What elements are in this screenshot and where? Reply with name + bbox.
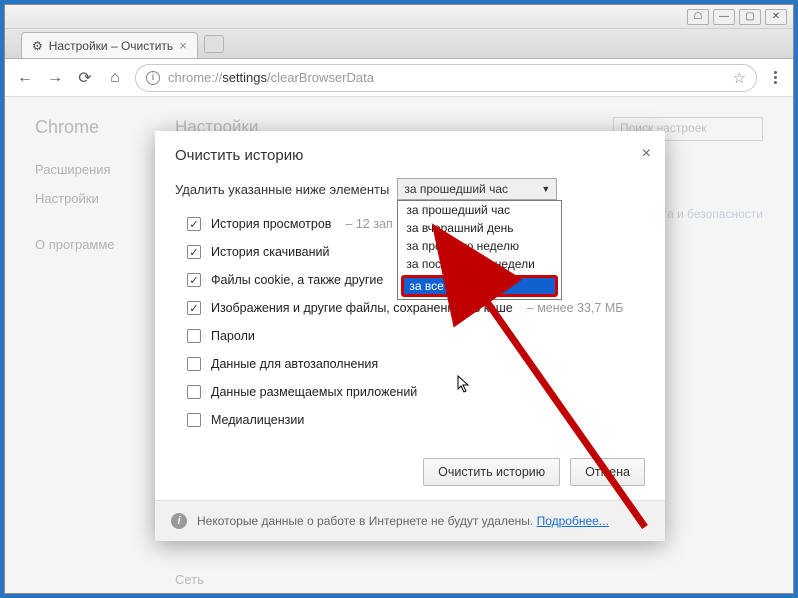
bookmark-star-icon[interactable]: ☆ — [733, 69, 746, 87]
back-button[interactable]: ← — [15, 68, 35, 88]
learn-more-link[interactable]: Подробнее... — [537, 514, 609, 528]
window-titlebar: ☖ — ▢ ✕ — [5, 5, 793, 29]
checkbox-label: Изображения и другие файлы, сохраненные … — [211, 301, 513, 315]
maximize-button[interactable]: ▢ — [739, 9, 761, 25]
checkbox-label: Медиалицензии — [211, 413, 304, 427]
new-tab-button[interactable] — [204, 35, 224, 53]
select-value: за прошедший час — [404, 182, 508, 196]
checkbox-label: Файлы cookie, а также другие — [211, 273, 383, 287]
checkbox[interactable] — [187, 385, 201, 399]
home-button[interactable]: ⌂ — [105, 68, 125, 88]
dropdown-option[interactable]: за прошлую неделю — [398, 237, 561, 255]
checkbox[interactable] — [187, 245, 201, 259]
dropdown-option[interactable]: за последние 4 недели — [398, 255, 561, 273]
address-bar[interactable]: i chrome://settings/clearBrowserData ☆ — [135, 64, 757, 92]
info-icon: i — [171, 513, 187, 529]
checkbox-label: Пароли — [211, 329, 255, 343]
checkbox[interactable] — [187, 329, 201, 343]
checkbox[interactable] — [187, 301, 201, 315]
tab-title: Настройки – Очистить — [49, 39, 173, 53]
dropdown-option[interactable]: за вчерашний день — [398, 219, 561, 237]
dialog-title: Очистить историю — [175, 147, 303, 164]
clear-history-button[interactable]: Очистить историю — [423, 458, 560, 486]
tab-close-icon[interactable]: × — [179, 38, 187, 53]
checkbox[interactable] — [187, 413, 201, 427]
checkbox[interactable] — [187, 357, 201, 371]
checkbox-sublabel: – менее 33,7 МБ — [527, 301, 624, 315]
close-window-button[interactable]: ✕ — [765, 9, 787, 25]
checkbox-label: История скачиваний — [211, 245, 329, 259]
dialog-close-button[interactable]: × — [642, 145, 651, 163]
checkbox-label: Данные размещаемых приложений — [211, 385, 417, 399]
browser-tab[interactable]: ⚙ Настройки – Очистить × — [21, 32, 198, 58]
checkbox-label: Данные для автозаполнения — [211, 357, 378, 371]
time-range-select[interactable]: за прошедший час ▼ за прошедший час за в… — [397, 178, 557, 200]
user-button[interactable]: ☖ — [687, 9, 709, 25]
cancel-button[interactable]: Отмена — [570, 458, 645, 486]
reload-button[interactable]: ⟳ — [75, 68, 95, 88]
gear-icon: ⚙ — [32, 39, 43, 53]
minimize-button[interactable]: — — [713, 9, 735, 25]
footer-text: Некоторые данные о работе в Интернете не… — [197, 514, 609, 528]
delete-range-label: Удалить указанные ниже элементы — [175, 182, 389, 197]
url-text: chrome://settings/clearBrowserData — [168, 70, 725, 85]
site-info-icon[interactable]: i — [146, 71, 160, 85]
checkbox-sublabel: – 12 зап — [345, 217, 392, 231]
dropdown-option-hover[interactable]: за все время — [398, 273, 561, 299]
chevron-down-icon: ▼ — [541, 184, 550, 194]
checkbox-label: История просмотров — [211, 217, 331, 231]
checkbox[interactable] — [187, 273, 201, 287]
dropdown-option[interactable]: за прошедший час — [398, 201, 561, 219]
checkbox-row: Данные размещаемых приложений — [175, 378, 645, 406]
checkbox-row: Медиалицензии — [175, 406, 645, 434]
menu-button[interactable] — [767, 71, 783, 84]
checkbox[interactable] — [187, 217, 201, 231]
browser-toolbar: ← → ⟳ ⌂ i chrome://settings/clearBrowser… — [5, 59, 793, 97]
time-range-dropdown: за прошедший час за вчерашний день за пр… — [397, 200, 562, 300]
checkbox-row: Пароли — [175, 322, 645, 350]
forward-button[interactable]: → — [45, 68, 65, 88]
tab-strip: ⚙ Настройки – Очистить × — [5, 29, 793, 59]
checkbox-row: Данные для автозаполнения — [175, 350, 645, 378]
clear-history-dialog: Очистить историю × Удалить указанные ниж… — [155, 131, 665, 541]
